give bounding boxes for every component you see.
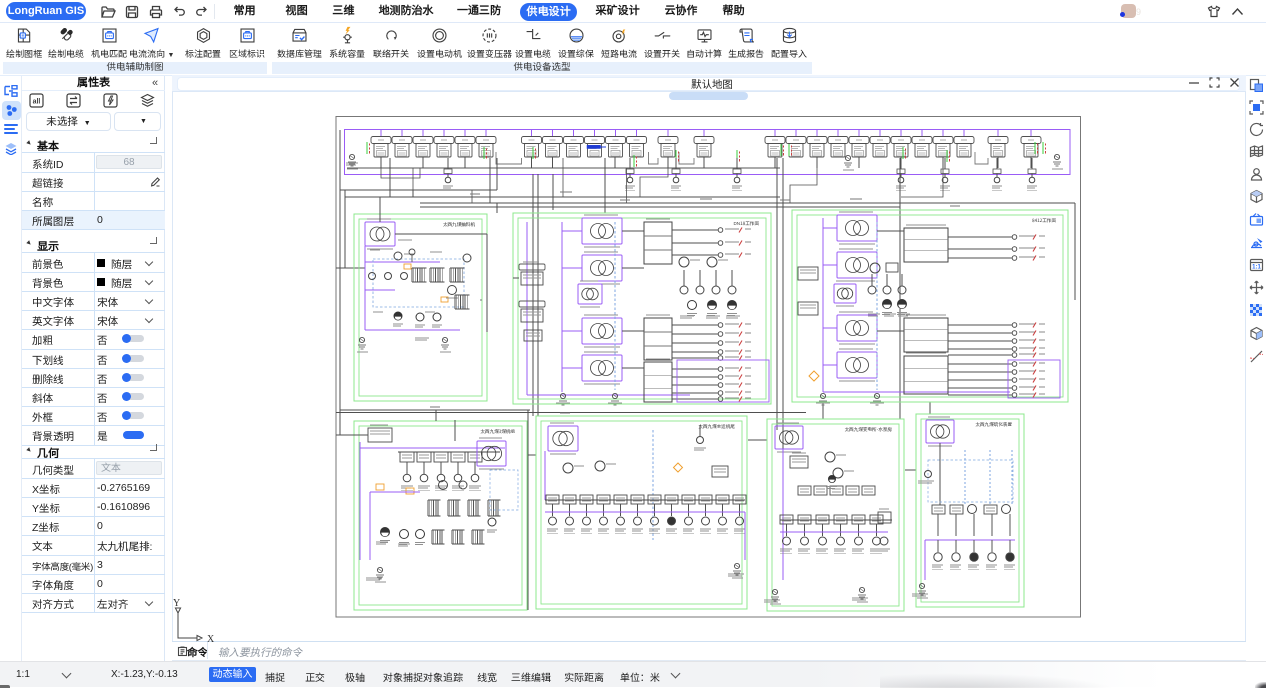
svg-text:1:1: 1:1 — [1252, 265, 1261, 271]
svg-text:太西九煤3煤机组: 太西九煤3煤机组 — [479, 428, 515, 435]
svg-text:DN18工作面: DN18工作面 — [733, 221, 759, 227]
svg-text:8412工作面: 8412工作面 — [1032, 218, 1056, 224]
svg-text:太西九煤变电所-水泵房: 太西九煤变电所-水泵房 — [843, 426, 892, 433]
svg-text:太西九煤硫化装置: 太西九煤硫化装置 — [974, 421, 1012, 428]
svg-text:all: all — [33, 99, 41, 106]
svg-text:太西九煤抽料机: 太西九煤抽料机 — [442, 221, 476, 228]
svg-text:太西九煤主运机尾: 太西九煤主运机尾 — [697, 423, 735, 430]
